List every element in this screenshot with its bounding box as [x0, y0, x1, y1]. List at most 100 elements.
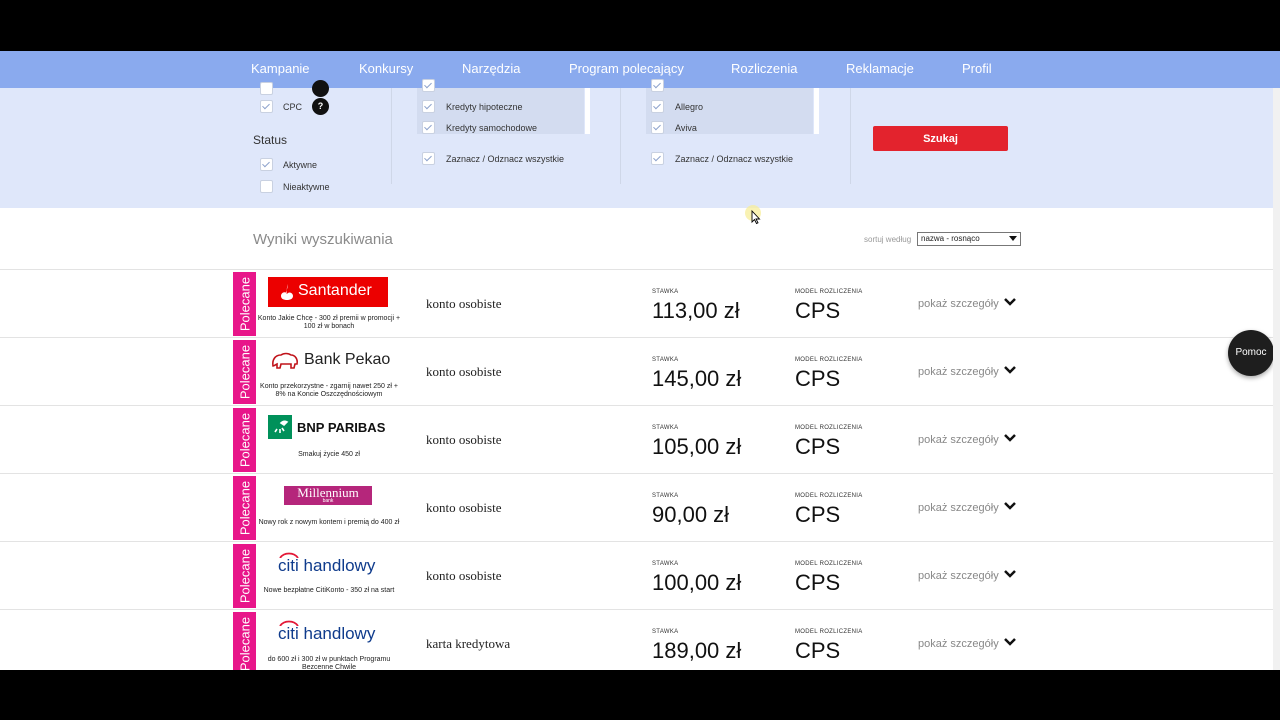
campaign-row: Polecane Santander Konto Jakie Chcę - 30… [0, 269, 1280, 337]
bnp-star-mark-icon [274, 420, 289, 433]
offer-description: Konto Jakie Chcę - 300 zł premii w promo… [257, 315, 401, 330]
checkbox-select-all-categories[interactable] [422, 152, 435, 165]
checkbox-status-active[interactable] [260, 158, 273, 171]
filter-divider [391, 88, 392, 184]
campaign-row: Polecane Bank Pekao Konto przekorzystne … [0, 337, 1280, 405]
nav-narzedzia[interactable]: Narzędzia [462, 61, 521, 76]
checkbox-kredyty-samochodowe[interactable] [422, 121, 435, 134]
show-details-link[interactable]: pokaż szczegóły [918, 570, 999, 582]
checkbox-status-inactive[interactable] [260, 180, 273, 193]
filter-panel: CPC ? Status Aktywne Nieaktywne Kredyty … [0, 79, 1280, 208]
category-list[interactable]: Kredyty hipoteczne Kredyty samochodowe [417, 79, 584, 134]
santander-logo: Santander [262, 277, 394, 309]
checkbox-partial[interactable] [260, 82, 273, 95]
recommended-badge-text: Polecane [237, 344, 252, 400]
chevron-down-icon[interactable] [1003, 569, 1017, 579]
search-button[interactable]: Szukaj [873, 126, 1008, 151]
model-value: CPS [795, 570, 841, 595]
product-type: konto osobiste [426, 296, 502, 311]
nav-profil[interactable]: Profil [962, 61, 992, 76]
pekao-logo: Bank Pekao [262, 345, 394, 377]
advertiser-label: Aviva [675, 123, 697, 133]
campaign-row: Polecane Millennium bank Nowy rok z nowy… [0, 473, 1280, 541]
nav-rozliczenia[interactable]: Rozliczenia [731, 61, 797, 76]
recommended-badge-text: Polecane [237, 480, 252, 536]
citi-handlowy-logo: citi handlowy [262, 617, 394, 649]
checkbox-advertiser-hidden[interactable] [651, 79, 664, 92]
rate-value: 90,00 zł [652, 502, 730, 527]
dropdown-arrow-icon [1009, 236, 1017, 241]
select-all-categories-label[interactable]: Zaznacz / Odznacz wszystkie [446, 154, 564, 164]
model-label: MODEL ROZLICZENIA [795, 629, 863, 635]
chevron-down-icon[interactable] [1003, 433, 1017, 443]
sort-label: sortuj według [864, 235, 912, 244]
status-active-label: Aktywne [283, 160, 318, 170]
checkbox-aviva[interactable] [651, 121, 664, 134]
page-scrollbar[interactable] [1273, 88, 1280, 670]
product-type: karta kredytowa [426, 636, 511, 651]
category-label: Kredyty samochodowe [446, 123, 538, 133]
filter-divider [850, 88, 851, 184]
checkbox-kredyty-hipoteczne[interactable] [422, 100, 435, 113]
citi-wordmark: citi handlowy [278, 556, 376, 575]
citi-wordmark: citi handlowy [278, 624, 376, 643]
results-list: Polecane Santander Konto Jakie Chcę - 30… [0, 269, 1280, 670]
nav-kampanie[interactable]: Kampanie [251, 61, 310, 76]
offer-description: Nowe bezpłatne CitiKonto - 350 zł na sta… [263, 587, 395, 594]
product-type: konto osobiste [426, 432, 502, 447]
checkbox-cpc[interactable] [260, 100, 273, 113]
offer-description: Smakuj życie 450 zł [298, 451, 360, 458]
recommended-badge-text: Polecane [237, 616, 252, 670]
checkbox-select-all-advertisers[interactable] [651, 152, 664, 165]
model-value: CPS [795, 298, 841, 323]
pekao-bison-icon [272, 352, 298, 369]
rate-label: STAWKA [652, 629, 679, 635]
show-details-link[interactable]: pokaż szczegóły [918, 298, 999, 310]
status-heading: Status [253, 133, 288, 147]
rate-label: STAWKA [652, 425, 679, 431]
filter-divider [620, 88, 621, 184]
millennium-logo-box: Millennium bank [284, 486, 372, 505]
santander-wordmark: Santander [298, 282, 372, 299]
nav-program-polecajacy[interactable]: Program polecający [569, 61, 684, 76]
bnp-stars-icon [268, 415, 292, 439]
campaign-row: Polecane BNP PARIBAS Smakuj życie 450 zł… [0, 405, 1280, 473]
citi-handlowy-logo: citi handlowy [262, 549, 394, 581]
model-label: MODEL ROZLICZENIA [795, 289, 863, 295]
nav-reklamacje[interactable]: Reklamacje [846, 61, 914, 76]
millennium-logo: Millennium bank [262, 481, 394, 513]
category-list-scrollbar[interactable] [585, 88, 590, 134]
help-button[interactable]: Pomoc [1228, 330, 1274, 376]
select-all-advertisers-label[interactable]: Zaznacz / Odznacz wszystkie [675, 154, 793, 164]
cpc-help-icon[interactable]: ? [312, 98, 329, 115]
nav-konkursy[interactable]: Konkursy [359, 61, 413, 76]
help-question-icon[interactable] [312, 80, 329, 97]
chevron-down-icon[interactable] [1003, 365, 1017, 375]
checkbox-allegro[interactable] [651, 100, 664, 113]
advertiser-list[interactable]: Allegro Aviva [646, 79, 813, 134]
millennium-sub: bank [322, 498, 334, 504]
checkbox-category-hidden[interactable] [422, 79, 435, 92]
sort-select[interactable]: nazwa - rosnąco [917, 232, 1021, 246]
chevron-down-icon[interactable] [1003, 297, 1017, 307]
chevron-down-icon[interactable] [1003, 501, 1017, 511]
product-type: konto osobiste [426, 568, 502, 583]
rate-label: STAWKA [652, 357, 679, 363]
status-inactive-label: Nieaktywne [283, 182, 330, 192]
chevron-down-icon[interactable] [1003, 637, 1017, 647]
offer-description: do 600 zł i 300 zł w punktach Programu B… [267, 656, 391, 670]
show-details-link[interactable]: pokaż szczegóły [918, 502, 999, 514]
show-details-link[interactable]: pokaż szczegóły [918, 434, 999, 446]
rate-value: 145,00 zł [652, 366, 742, 391]
show-details-link[interactable]: pokaż szczegóły [918, 366, 999, 378]
recommended-badge-text: Polecane [237, 412, 252, 468]
model-label: MODEL ROZLICZENIA [795, 561, 863, 567]
santander-flame-icon [281, 284, 293, 300]
rate-value: 105,00 zł [652, 434, 742, 459]
results-title: Wyniki wyszukiwania [253, 231, 393, 248]
advertiser-list-scrollbar[interactable] [814, 88, 819, 134]
show-details-link[interactable]: pokaż szczegóły [918, 638, 999, 650]
rate-value: 100,00 zł [652, 570, 742, 595]
model-value: CPS [795, 638, 841, 663]
cpc-label: CPC [283, 102, 303, 112]
